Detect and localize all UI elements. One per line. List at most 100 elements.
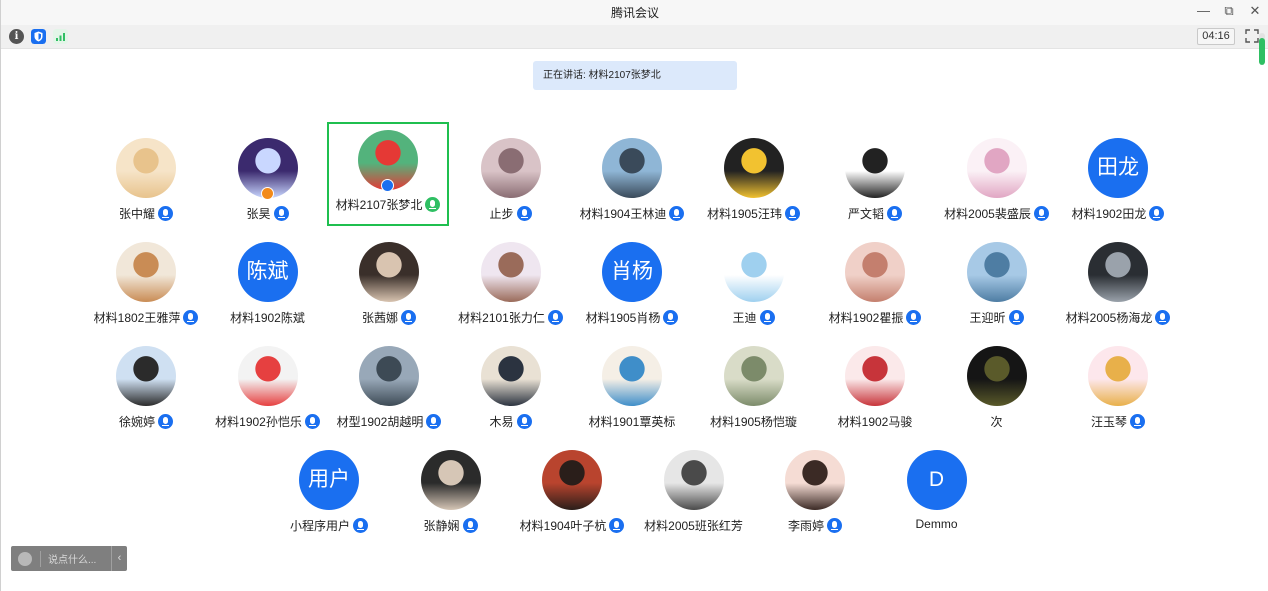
participant-name-line: 材料1902孙恺乐 xyxy=(208,413,328,430)
restore-button[interactable]: ⧉ xyxy=(1223,3,1235,19)
participant-tile[interactable]: 材料2101张力仁 xyxy=(451,234,571,338)
avatar xyxy=(966,138,1027,198)
participant-tile[interactable]: 张茜娜 xyxy=(329,234,449,338)
participant-tile[interactable]: 李雨婷 xyxy=(755,442,875,546)
participant-name: 张中耀 xyxy=(118,207,155,221)
participant-name: 材料1901覃英标 xyxy=(588,415,676,429)
participant-tile[interactable]: 木易 xyxy=(451,338,571,442)
participant-tile[interactable]: 材料1902马骏 xyxy=(815,338,935,442)
participant-row: 张中耀 张昊 材料2107张梦北 止步 材料1904王林迪 材料1905汪玮 严文韬 材料20… xyxy=(1,122,1268,234)
microphone-icon xyxy=(663,310,679,325)
participant-tile[interactable]: 王迪 xyxy=(694,234,814,338)
avatar-initials: 用户 xyxy=(299,450,359,510)
participant-tile[interactable]: 材料2005裴盛辰 xyxy=(937,130,1057,234)
participant-tile[interactable]: 材料1901覃英标 xyxy=(572,338,692,442)
avatar xyxy=(723,346,784,406)
participant-name: 材料1902陈斌 xyxy=(230,311,305,325)
participant-name-line: 材料2101张力仁 xyxy=(451,309,571,326)
participant-name: 张昊 xyxy=(246,207,271,221)
avatar xyxy=(723,138,784,198)
participant-row: 用户 小程序用户 张静娴 材料1904叶子杭 材料2005班张红芳 李雨婷 D Demmo xyxy=(1,442,1268,546)
avatar xyxy=(480,138,541,198)
participant-row: 徐婉婷 材料1902孙恺乐 材型1902胡越明 木易 材料1901覃英标 材料1905杨恺… xyxy=(1,338,1268,442)
participant-tile[interactable]: 张中耀 xyxy=(86,130,206,234)
window-title: 腾讯会议 xyxy=(610,6,659,20)
participant-tile[interactable]: 材料2005杨海龙 xyxy=(1058,234,1178,338)
signal-icon[interactable] xyxy=(53,29,68,44)
participant-tile[interactable]: 材料1902瞿振 xyxy=(815,234,935,338)
avatar xyxy=(845,242,905,302)
participant-tile[interactable]: 王迎昕 xyxy=(937,234,1057,338)
participant-tile[interactable]: 徐婉婷 xyxy=(86,338,206,442)
avatar xyxy=(602,346,662,406)
participant-name: 张茜娜 xyxy=(361,311,398,325)
chat-divider xyxy=(40,550,41,567)
chevron-left-icon[interactable]: ‹ xyxy=(111,546,127,571)
avatar xyxy=(116,138,176,198)
participant-name-line: 材料1902马骏 xyxy=(815,413,935,430)
microphone-icon xyxy=(158,414,173,429)
participant-grid: 张中耀 张昊 材料2107张梦北 止步 材料1904王林迪 材料1905汪玮 严文韬 材料20… xyxy=(1,122,1268,546)
participant-tile[interactable]: 材料1904叶子杭 xyxy=(512,442,632,546)
participant-name-line: 王迪 xyxy=(694,309,814,326)
close-button[interactable]: ✕ xyxy=(1249,3,1261,19)
microphone-icon xyxy=(669,206,685,221)
avatar xyxy=(845,346,905,406)
participant-name: 材料1904叶子杭 xyxy=(519,519,607,533)
smile-icon[interactable] xyxy=(18,551,32,566)
title-bar: 腾讯会议 — ⧉ ✕ xyxy=(1,0,1268,25)
participant-name-line: 材料1902田龙 xyxy=(1058,205,1178,222)
participant-tile[interactable]: 肖杨材料1905肖杨 xyxy=(572,234,692,338)
participant-tile[interactable]: 材料1905杨恺璇 xyxy=(694,338,814,442)
participant-name: 严文韬 xyxy=(847,207,884,221)
info-icon[interactable]: i xyxy=(9,29,24,44)
microphone-icon xyxy=(1033,206,1049,221)
microphone-icon xyxy=(784,206,800,221)
avatar-initials: 陈斌 xyxy=(237,242,298,302)
participant-name: 张静娴 xyxy=(423,519,460,533)
participant-tile[interactable]: 材料1905汪玮 xyxy=(694,130,814,234)
avatar xyxy=(785,450,845,510)
participant-tile[interactable]: 田龙 材料1902田龙 xyxy=(1058,130,1178,234)
participant-tile[interactable]: 材料2005班张红芳 xyxy=(634,442,754,546)
minimize-button[interactable]: — xyxy=(1197,3,1210,19)
participant-tile[interactable]: 材料2107张梦北 xyxy=(327,122,449,226)
participant-tile[interactable]: D Demmo xyxy=(877,442,997,546)
avatar xyxy=(723,242,784,302)
participant-tile[interactable]: 止步 xyxy=(451,130,571,234)
participant-tile[interactable]: 材型1902胡越明 xyxy=(329,338,449,442)
participant-tile[interactable]: 张静娴 xyxy=(391,442,511,546)
participant-name: 材料1905汪玮 xyxy=(707,207,782,221)
participant-tile[interactable]: 材料1902孙恺乐 xyxy=(208,338,328,442)
participant-tile[interactable]: 陈斌材料1902陈斌 xyxy=(208,234,328,338)
participant-name: 材型1902胡越明 xyxy=(336,415,424,429)
shield-icon[interactable] xyxy=(31,29,46,44)
chat-input[interactable]: 说点什么... ‹ xyxy=(11,546,127,571)
microphone-icon xyxy=(759,310,775,325)
microphone-icon xyxy=(516,414,532,429)
participant-tile[interactable]: 材料1904王林迪 xyxy=(572,130,692,234)
host-badge-icon xyxy=(381,179,394,192)
participant-tile[interactable]: 张昊 xyxy=(208,130,328,234)
avatar xyxy=(359,242,419,302)
participant-tile[interactable]: 材料1802王雅萍 xyxy=(86,234,206,338)
participant-tile[interactable]: 用户小程序用户 xyxy=(269,442,389,546)
participant-name: 材料1904王林迪 xyxy=(579,207,667,221)
participant-name: 王迎昕 xyxy=(969,311,1006,325)
participant-tile[interactable]: 汪玉琴 xyxy=(1058,338,1178,442)
participant-tile[interactable]: 严文韬 xyxy=(815,130,935,234)
participant-name-line: 材料1905肖杨 xyxy=(572,309,692,326)
participant-name: 材料1902瞿振 xyxy=(828,311,904,325)
participant-name-line: 材料1904王林迪 xyxy=(572,205,692,222)
avatar xyxy=(602,138,662,198)
participant-tile[interactable]: 次 xyxy=(937,338,1057,442)
microphone-icon xyxy=(353,518,368,533)
participant-name: 小程序用户 xyxy=(289,519,350,533)
fullscreen-icon[interactable] xyxy=(1245,29,1259,43)
avatar-initials: 肖杨 xyxy=(602,242,662,302)
participant-name: Demmo xyxy=(915,517,958,531)
window-controls: — ⧉ ✕ xyxy=(1197,3,1261,19)
microphone-icon xyxy=(547,310,563,325)
microphone-icon xyxy=(401,310,416,325)
participant-name-line: 材料2005裴盛辰 xyxy=(937,205,1057,222)
